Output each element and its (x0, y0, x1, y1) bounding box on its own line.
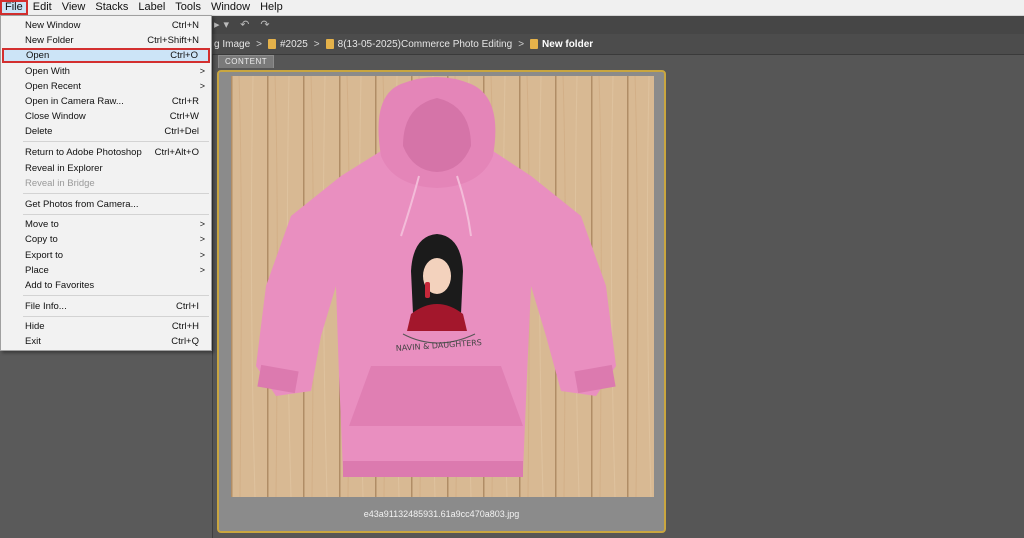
menu-item-copy-to[interactable]: Copy to > (1, 232, 211, 247)
menu-stacks[interactable]: Stacks (90, 0, 133, 15)
menu-item-open[interactable]: Open Ctrl+O (2, 48, 210, 63)
menu-tools[interactable]: Tools (170, 0, 206, 15)
menu-item-reveal-bridge: Reveal in Bridge (25, 178, 95, 189)
breadcrumb-item[interactable]: g Image (214, 39, 250, 50)
menu-item-hide[interactable]: Hide Ctrl+H (1, 319, 211, 334)
chevron-right-icon: > (256, 38, 262, 50)
menu-item-new-window[interactable]: New Window Ctrl+N (1, 18, 211, 33)
menubar: File Edit View Stacks Label Tools Window… (0, 0, 1024, 16)
menu-file[interactable]: File (0, 0, 28, 15)
breadcrumb-item[interactable]: #2025 (267, 39, 308, 50)
folder-icon (325, 39, 334, 49)
rotate-icons[interactable]: ▸▾ ↶ ↷ (214, 18, 274, 31)
menu-item-exit[interactable]: Exit Ctrl+Q (1, 334, 211, 349)
chevron-right-icon: > (199, 219, 205, 229)
chevron-right-icon: > (199, 234, 205, 244)
menu-item-open-camera-raw[interactable]: Open in Camera Raw... Ctrl+R (1, 94, 211, 109)
menu-item-reveal-explorer[interactable]: Reveal in Explorer (1, 161, 211, 176)
chevron-right-icon: > (199, 250, 205, 260)
menu-help[interactable]: Help (255, 0, 288, 15)
menu-divider (23, 214, 209, 215)
folder-icon (530, 39, 539, 49)
menu-item-close-window[interactable]: Close Window Ctrl+W (1, 109, 211, 124)
tab-content[interactable]: CONTENT (218, 55, 275, 68)
menu-item-move-to[interactable]: Move to > (1, 217, 211, 232)
menu-divider (23, 193, 209, 194)
chevron-right-icon: > (313, 38, 320, 50)
menu-edit[interactable]: Edit (28, 0, 57, 15)
menu-item-open-with[interactable]: Open With > (1, 64, 211, 79)
menu-window[interactable]: Window (206, 0, 255, 15)
chevron-right-icon: > (199, 81, 205, 91)
thumbnail-image: NAVIN & DAUGHTERS (231, 76, 654, 497)
thumbnail-card[interactable]: NAVIN & DAUGHTERS e43a91132485931.61a9cc… (217, 70, 666, 533)
menu-label[interactable]: Label (133, 0, 170, 15)
breadcrumb-current[interactable]: New folder (530, 39, 593, 50)
menu-item-file-info[interactable]: File Info... Ctrl+I (1, 299, 211, 314)
chevron-right-icon: > (518, 38, 525, 50)
file-menu-dropdown: New Window Ctrl+N New Folder Ctrl+Shift+N … (0, 15, 212, 351)
menu-item-delete[interactable]: Delete Ctrl+Del (1, 124, 211, 139)
menu-divider (23, 141, 209, 142)
menu-item-new-folder[interactable]: New Folder Ctrl+Shift+N (1, 33, 211, 48)
menu-divider (23, 295, 209, 296)
menu-item-return-photoshop[interactable]: Return to Adobe Photoshop Ctrl+Alt+O (1, 145, 211, 160)
breadcrumb-item[interactable]: 8(13-05-2025)Commerce Photo Editing (325, 39, 512, 50)
menu-item-export-to[interactable]: Export to > (1, 248, 211, 263)
folder-icon (267, 39, 276, 49)
menu-item-get-photos[interactable]: Get Photos from Camera... (1, 197, 211, 212)
breadcrumb: g Image > #2025 > 8(13-05-2025)Commerce … (214, 34, 593, 54)
chevron-right-icon: > (199, 66, 205, 76)
menu-item-add-favorites[interactable]: Add to Favorites (1, 278, 211, 293)
chevron-right-icon: > (199, 265, 205, 275)
menu-view[interactable]: View (57, 0, 91, 15)
menu-item-open-recent[interactable]: Open Recent > (1, 79, 211, 94)
menu-item-place[interactable]: Place > (1, 263, 211, 278)
menu-divider (23, 316, 209, 317)
thumbnail-filename: e43a91132485931.61a9cc470a803.jpg (363, 509, 520, 519)
